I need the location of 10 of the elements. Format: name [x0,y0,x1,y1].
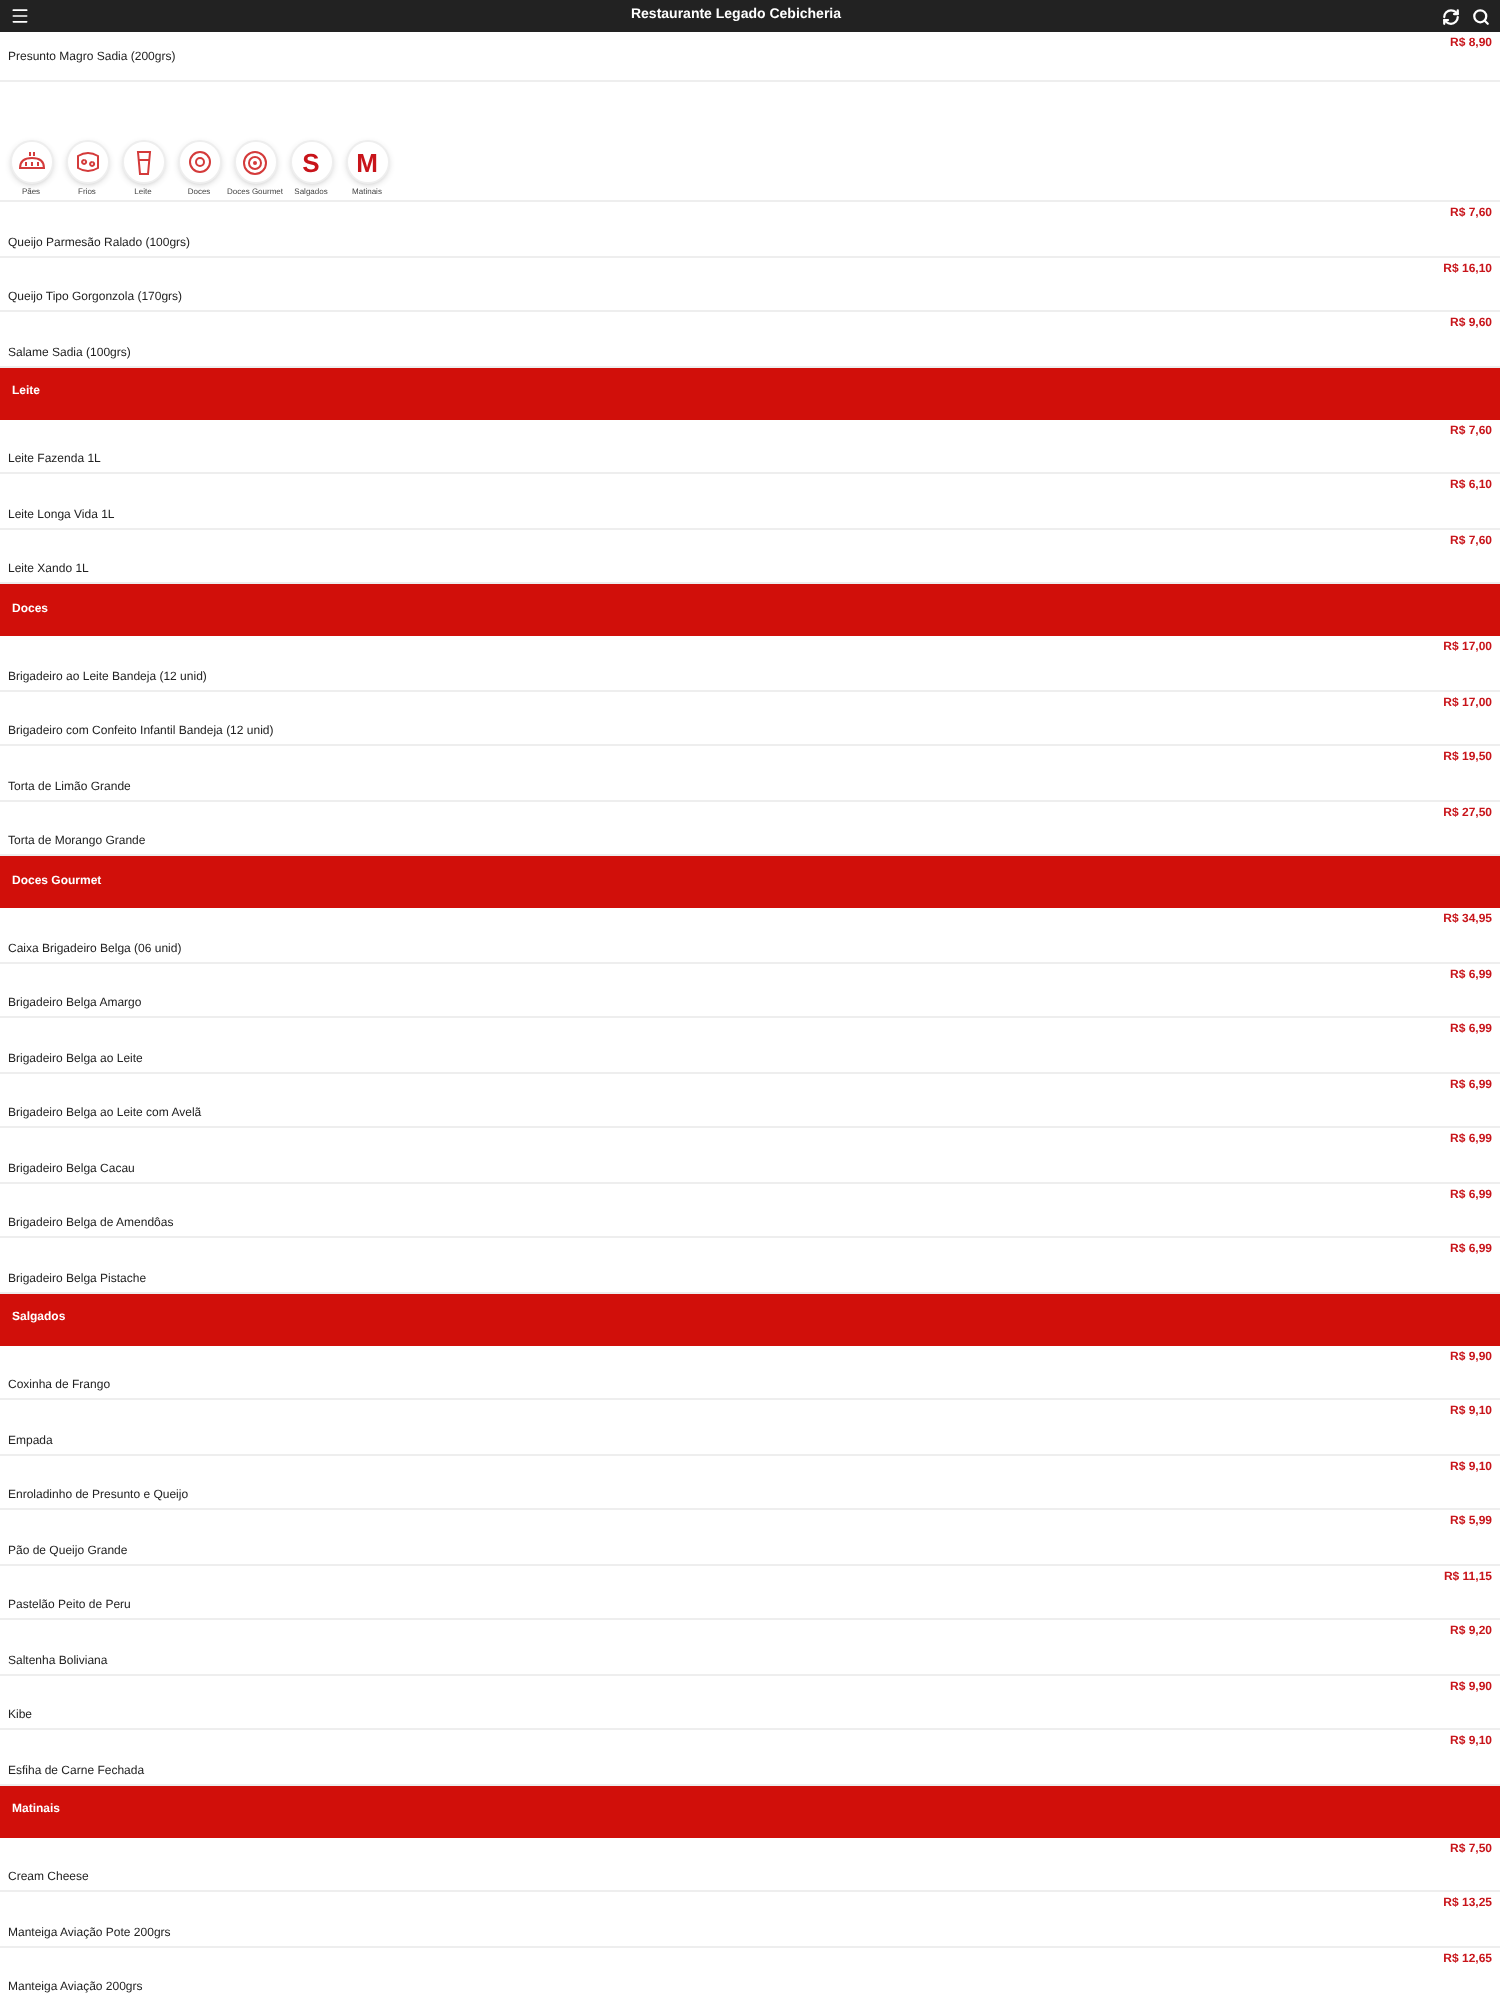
glass-icon [133,149,153,175]
category-letter: M [356,149,378,175]
donut-icon [187,150,211,174]
category-letter: S [302,149,320,175]
menu-icon[interactable] [10,6,30,26]
cold-cuts-icon [73,150,101,174]
refresh-icon[interactable] [1442,7,1460,25]
bread-icon [17,150,45,174]
search-icon[interactable] [1472,7,1490,25]
plate-icon [242,149,268,175]
